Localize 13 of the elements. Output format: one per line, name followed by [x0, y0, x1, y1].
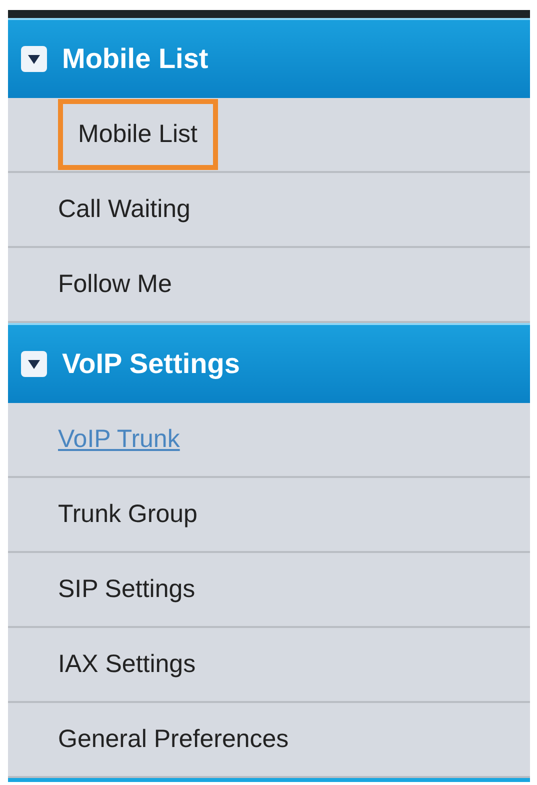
menu-item[interactable]: Call Waiting — [58, 195, 190, 224]
menu-item[interactable]: IAX Settings — [58, 650, 196, 679]
section-title: VoIP Settings — [62, 348, 240, 380]
collapse-icon[interactable] — [20, 45, 48, 73]
section-header[interactable]: Mobile List — [8, 18, 530, 98]
menu-item[interactable]: Follow Me — [58, 270, 172, 299]
section-title: Mobile List — [62, 43, 208, 75]
menu-item[interactable]: SIP Settings — [58, 575, 196, 604]
menu-item[interactable]: General Preferences — [58, 725, 289, 754]
collapse-icon[interactable] — [20, 350, 48, 378]
menu-item[interactable]: Mobile List — [58, 99, 218, 170]
menu-item[interactable]: Trunk Group — [58, 500, 198, 529]
section-header[interactable]: VoIP Settings — [8, 323, 530, 403]
